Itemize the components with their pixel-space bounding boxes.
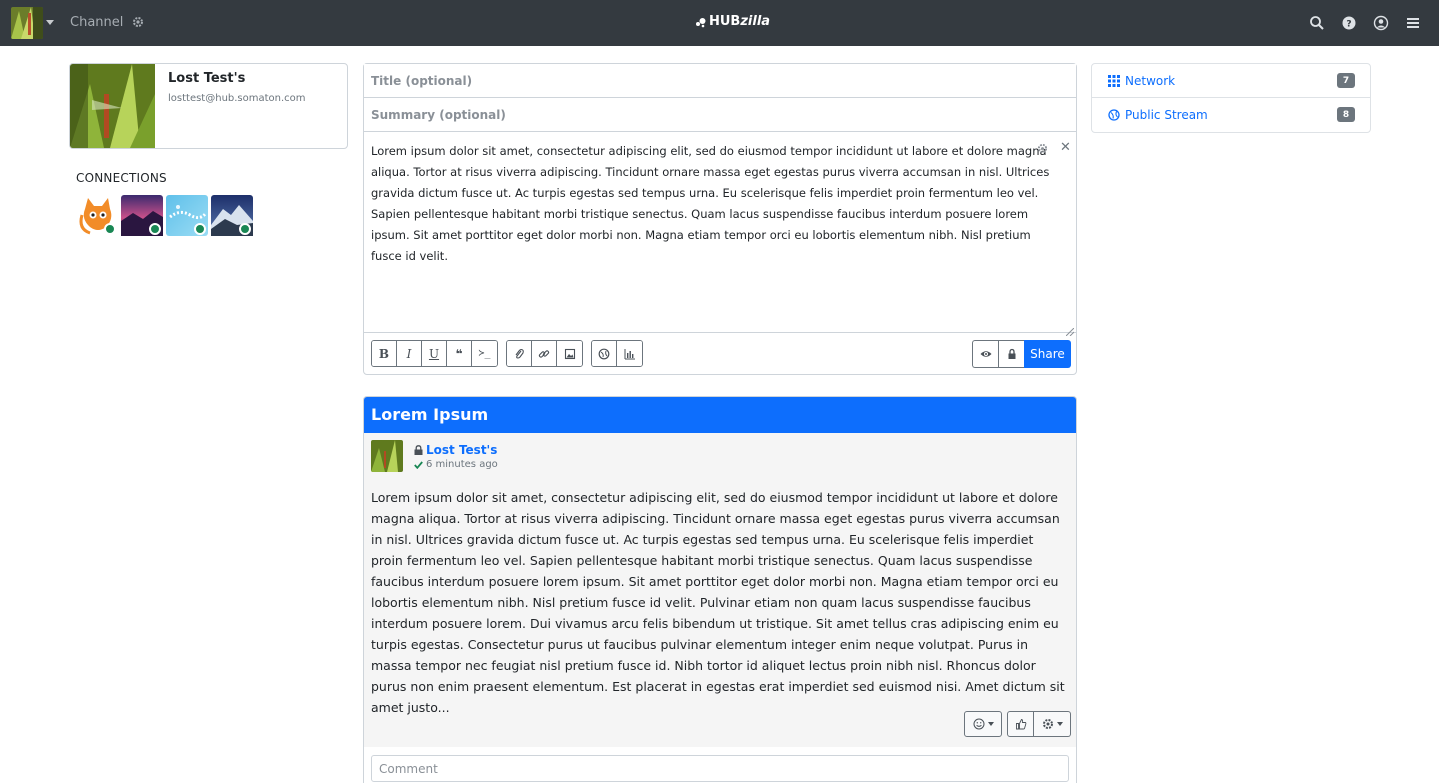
connections-title: CONNECTIONS xyxy=(76,171,167,185)
attachment-button[interactable] xyxy=(507,341,532,366)
chevron-down-icon xyxy=(987,722,994,726)
extra-button-group xyxy=(591,340,643,367)
globe-icon xyxy=(598,348,610,359)
location-button[interactable] xyxy=(592,341,617,366)
post-time: 6 minutes ago xyxy=(414,459,498,470)
network-count-badge: 7 xyxy=(1337,73,1355,88)
brand-hub: HUB xyxy=(709,14,741,29)
like-button[interactable] xyxy=(1007,711,1034,737)
emoji-reaction-button[interactable] xyxy=(964,711,1002,737)
online-status-dot xyxy=(194,223,206,235)
post-body: Lorem ipsum dolor sit amet, consectetur … xyxy=(371,490,1065,715)
share-button-group: Share xyxy=(972,340,1071,368)
paperclip-icon xyxy=(515,348,524,359)
profile-name[interactable]: Lost Test's xyxy=(168,71,245,86)
post-time-text: 6 minutes ago xyxy=(426,459,498,470)
stream-nav: Network 7 Public Stream 8 xyxy=(1091,63,1371,133)
smile-icon xyxy=(973,718,984,730)
italic-button[interactable]: I xyxy=(397,341,422,366)
post-item: Lorem Ipsum Lost Test's 6 minutes ago Lo… xyxy=(363,396,1077,783)
brand-zilla: zilla xyxy=(740,14,771,29)
profile-photo[interactable] xyxy=(70,64,155,148)
public-stream-label: Public Stream xyxy=(1125,108,1208,122)
connection-avatar-mountain[interactable] xyxy=(211,195,253,236)
brand-logo[interactable]: HUB zilla xyxy=(695,14,770,29)
online-status-dot xyxy=(104,223,116,235)
preview-button[interactable] xyxy=(972,340,998,368)
editor-toolbar: B I U ❝ ≻_ xyxy=(371,340,643,367)
grid-icon xyxy=(1108,74,1120,87)
top-navbar: Channel HUB zilla ? xyxy=(0,0,1439,46)
share-button[interactable]: Share xyxy=(1024,340,1071,368)
help-icon[interactable]: ? xyxy=(1341,15,1357,31)
post-author-name[interactable]: Lost Test's xyxy=(426,443,497,457)
public-stream-link[interactable]: Public Stream 8 xyxy=(1092,98,1370,132)
comment-area xyxy=(364,747,1076,783)
connections-list xyxy=(76,195,253,236)
lock-icon xyxy=(414,445,423,455)
profile-card: Lost Test's losttest@hub.somaton.com xyxy=(69,63,348,149)
public-stream-count-badge: 8 xyxy=(1337,107,1355,122)
poll-button[interactable] xyxy=(617,341,642,366)
permissions-button[interactable] xyxy=(998,340,1024,368)
globe-icon xyxy=(1108,109,1120,121)
link-icon xyxy=(538,349,550,358)
link-button[interactable] xyxy=(532,341,557,366)
underline-button[interactable]: U xyxy=(422,341,447,366)
user-circle-icon[interactable] xyxy=(1373,15,1389,31)
nav-avatar[interactable] xyxy=(11,7,43,39)
format-button-group: B I U ❝ ≻_ xyxy=(371,340,498,367)
editor-gear-icon[interactable] xyxy=(1037,140,1048,154)
hubzilla-logo-icon xyxy=(695,16,707,28)
attach-button-group xyxy=(506,340,583,367)
bar-chart-icon xyxy=(624,348,635,359)
eye-icon xyxy=(980,351,991,357)
network-label: Network xyxy=(1125,73,1176,88)
quote-button[interactable]: ❝ xyxy=(447,341,472,366)
code-button[interactable]: ≻_ xyxy=(472,341,497,366)
menu-icon[interactable] xyxy=(1405,15,1421,31)
online-status-dot xyxy=(239,223,251,235)
post-title[interactable]: Lorem Ipsum xyxy=(364,397,1076,433)
resize-handle-icon[interactable] xyxy=(1065,322,1075,337)
comment-input[interactable] xyxy=(371,755,1069,782)
settings-dropdown-button[interactable] xyxy=(1034,711,1071,737)
gear-icon[interactable] xyxy=(132,16,144,28)
search-icon[interactable] xyxy=(1309,15,1325,31)
chevron-down-icon xyxy=(1056,722,1063,726)
connection-avatar-cat[interactable] xyxy=(76,195,118,236)
title-input[interactable] xyxy=(364,64,1076,98)
post-editor: Lorem ipsum dolor sit amet, consectetur … xyxy=(363,63,1077,375)
thumbs-up-icon xyxy=(1015,719,1026,730)
lock-icon xyxy=(1008,348,1015,359)
body-textarea[interactable]: Lorem ipsum dolor sit amet, consectetur … xyxy=(364,132,1076,337)
nav-channel-link[interactable]: Channel xyxy=(70,15,123,30)
body-text: Lorem ipsum dolor sit amet, consectetur … xyxy=(371,144,1050,263)
post-author: Lost Test's xyxy=(414,443,497,457)
connection-avatar-purple-sky[interactable] xyxy=(121,195,163,236)
post-actions xyxy=(964,711,1071,737)
gear-icon xyxy=(1042,719,1053,729)
connection-avatar-blue-sky[interactable] xyxy=(166,195,208,236)
check-icon xyxy=(414,460,423,469)
online-status-dot xyxy=(149,223,161,235)
summary-input[interactable] xyxy=(364,98,1076,132)
image-button[interactable] xyxy=(557,341,582,366)
bold-button[interactable]: B xyxy=(372,341,397,366)
svg-text:?: ? xyxy=(1346,20,1351,30)
profile-address: losttest@hub.somaton.com xyxy=(168,93,306,104)
avatar-caret-icon[interactable] xyxy=(46,20,54,25)
image-icon xyxy=(564,348,575,359)
network-link[interactable]: Network 7 xyxy=(1092,64,1370,98)
close-icon[interactable]: ✕ xyxy=(1060,137,1071,158)
post-author-avatar[interactable] xyxy=(371,440,403,472)
